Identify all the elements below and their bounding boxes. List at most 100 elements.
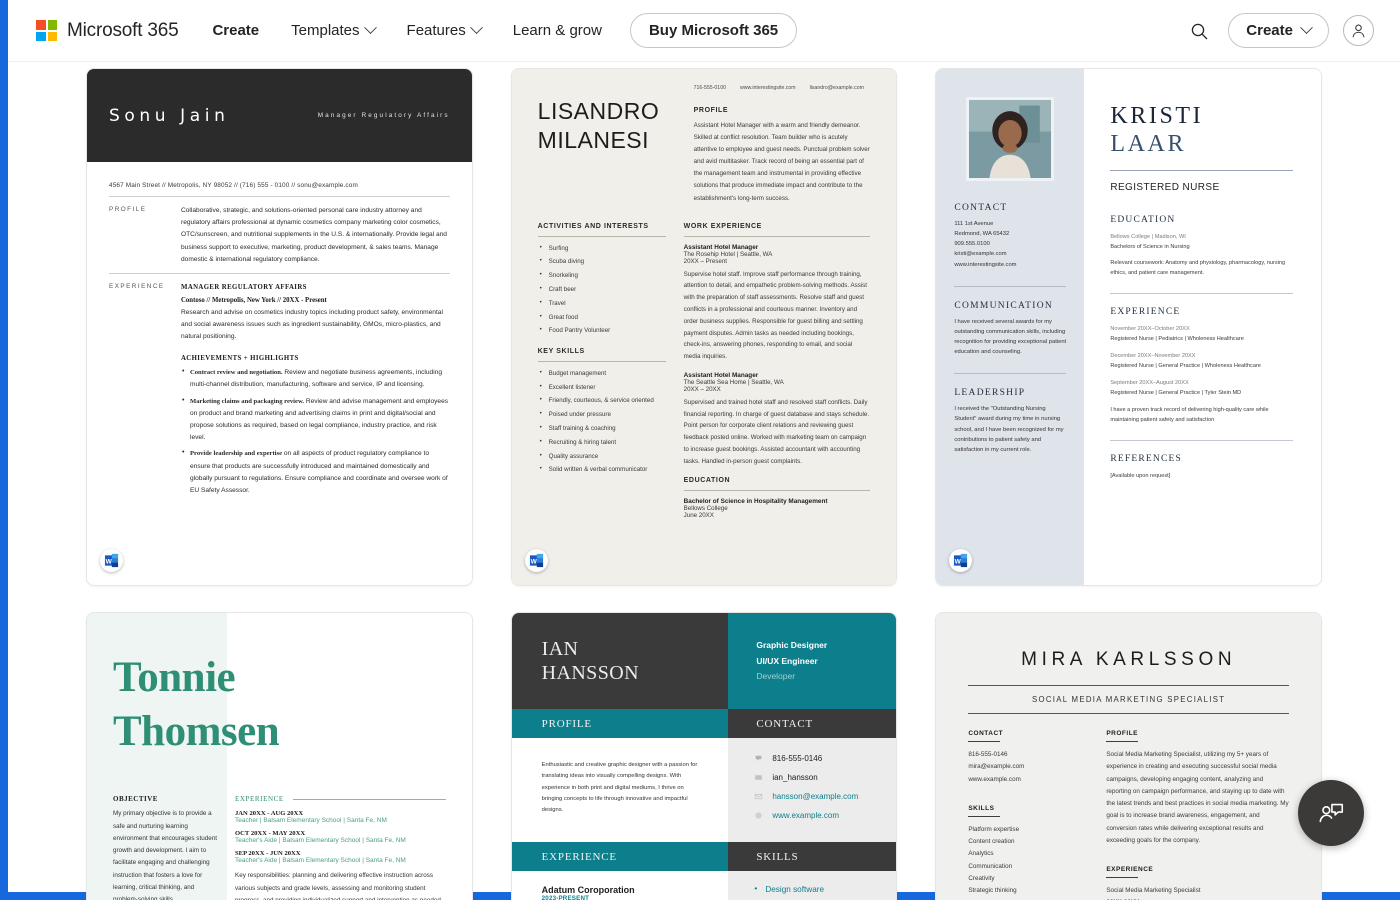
nav-item-templates[interactable]: Templates [275,14,390,47]
list-item: Snorkeling [538,270,666,280]
email-text: lisandro@example.com [809,85,864,91]
template-card-ian-hansson[interactable]: IAN HANSSON Graphic Designer UI/UX Engin… [510,612,898,900]
experience-note: Key responsibilities: planning and deliv… [235,872,443,900]
list-item: Solid written & verbal communicator [538,464,666,474]
experience-note: I have a proven track record of deliveri… [1110,407,1269,424]
job-description: Supervised and trained hotel staff and r… [683,398,870,465]
feedback-button[interactable] [1298,780,1364,846]
section-label-profile: PROFILE [1106,730,1138,737]
nav-item-learn-and-grow[interactable]: Learn & grow [497,14,618,47]
main-nav: Create Templates Features Learn & grow B… [212,13,798,48]
section-label-achievements: ACHIEVEMENTS + HIGHLIGHTS [181,354,299,362]
job-place: The Seattle Sea Home | Seattle, WA [683,378,784,386]
chevron-down-icon [1300,21,1313,35]
template-card-tonnie-thomsen[interactable]: Tonnie Thomsen OBJECTIVE My primary obje… [86,612,473,900]
buy-microsoft-365-button[interactable]: Buy Microsoft 365 [629,13,798,48]
template-card-mira-karlsson[interactable]: MIRA KARLSSON SOCIAL MEDIA MARKETING SPE… [935,612,1322,900]
name-line-2: Thomsen [113,708,280,756]
nav-label: Create [212,22,260,39]
svg-text:W: W [106,558,113,565]
profile-text: Collaborative, strategic, and solutions-… [181,207,447,263]
website-text: www.example.com [772,811,840,820]
divider [292,798,446,800]
nav-label: Features [406,22,466,39]
divider [683,489,871,491]
activities-list: Surfing Scuba diving Snorkeling Craft be… [538,243,666,336]
list-item: Great food [538,312,666,322]
list-item: Design software [754,884,886,894]
divider [968,815,1001,817]
template-gallery: Sonu Jain Manager Regulatory Affairs 456… [8,62,1400,900]
job-date: September 20XX–August 20XX [1110,380,1189,387]
divider [537,235,666,237]
bullet-lead: Marketing claims and packaging review. [190,397,304,405]
list-item: Platform expertise [968,825,1020,833]
svg-text:W: W [955,558,962,565]
divider [1110,440,1293,442]
section-label-experience: EXPERIENCE [235,795,284,804]
list-item: Scuba diving [538,256,666,266]
template-card-kristi-laar[interactable]: CONTACT 111 1st Avenue Redmond, WA 65432… [935,68,1322,586]
skills-list: Budget management Excellent listener Fri… [538,368,666,475]
nav-item-create[interactable]: Create [212,14,275,47]
document-preview: IAN HANSSON Graphic Designer UI/UX Engin… [511,613,897,900]
phone-text: 716-555-0100 [693,85,726,91]
coursework-note: Relevant coursework: Anatomy and physiol… [1110,259,1286,276]
degree-title: Bachelors of Science in Nursing [1110,243,1190,250]
resume-name: Tonnie Thomsen [113,651,446,759]
chevron-down-icon [363,21,377,35]
name-line-1: Tonnie [113,654,236,701]
brand-logo[interactable]: Microsoft 365 [36,20,179,42]
feedback-person-icon [1319,803,1344,823]
skills-list: Design software Typography [754,884,886,900]
name-line-1: KRISTI [1110,103,1204,129]
template-card-sonu-jain[interactable]: Sonu Jain Manager Regulatory Affairs 456… [86,68,473,586]
divider [954,285,1067,287]
divider [537,360,666,362]
list-item: Friendly, courteous, & service oriented [538,395,666,405]
globe-icon [755,812,762,819]
section-label-education: EDUCATION [683,476,731,484]
create-dropdown-button[interactable]: Create [1228,13,1329,48]
website-text: www.example.com [968,775,1021,783]
contact-meta: 716-555-0100 www.interestingsite.com lis… [694,85,871,91]
nav-label: Learn & grow [512,22,602,39]
school-name: Bellows College [683,504,728,512]
job-date: JAN 20XX - AUG 20XX [235,810,304,818]
divider [109,196,450,197]
search-icon[interactable] [1184,16,1214,46]
section-label-education: EDUCATION [1110,214,1176,225]
svg-text:W: W [530,558,537,565]
resume-name: MIRA KARLSSON [1021,649,1237,670]
phone-text: 816-555-0146 [772,754,823,763]
divider [1106,741,1139,742]
section-label-key-skills: KEY SKILLS [537,347,585,355]
job-description: Supervise hotel staff. Improve staff per… [683,270,867,361]
school-name: Bellows College | Madison, WI [1110,233,1186,240]
nav-item-features[interactable]: Features [391,14,497,47]
resume-title: REGISTERED NURSE [1110,181,1220,193]
references-text: [Available upon request] [1110,473,1171,480]
divider [683,235,871,237]
job-role: Teacher's Aide | Balsam Elementary Schoo… [235,837,406,845]
list-item: Provide leadership and expertise on all … [181,447,450,497]
account-avatar-icon[interactable] [1343,15,1374,46]
job-date: December 20XX–November 20XX [1110,353,1196,360]
name-line-2: LAAR [1110,130,1187,157]
create-dropdown-label: Create [1246,22,1293,39]
achievements-list: Contract review and negotiation. Review … [181,366,450,497]
word-document-icon: W [524,549,548,572]
handle-text: ian_hansson [772,773,818,782]
objective-text: My primary objective is to provide a saf… [113,810,217,900]
divider [1106,877,1139,879]
template-card-lisandro-milanesi[interactable]: LISANDRO MILANESI 716-555-0100 www.inter… [510,68,898,586]
website-text: www.interestingsite.com [739,85,796,91]
section-label-skills: SKILLS [968,804,995,812]
resume-titles: Graphic Designer UI/UX Engineer Develope… [728,613,897,709]
section-label-profile: PROFILE [109,206,147,213]
document-preview: Sonu Jain Manager Regulatory Affairs 456… [87,69,472,585]
section-label-experience: EXPERIENCE [1110,306,1181,317]
name-line-2: HANSSON [541,662,639,684]
section-label-contact: CONTACT [756,717,813,730]
section-label-work-experience: WORK EXPERIENCE [683,222,762,230]
